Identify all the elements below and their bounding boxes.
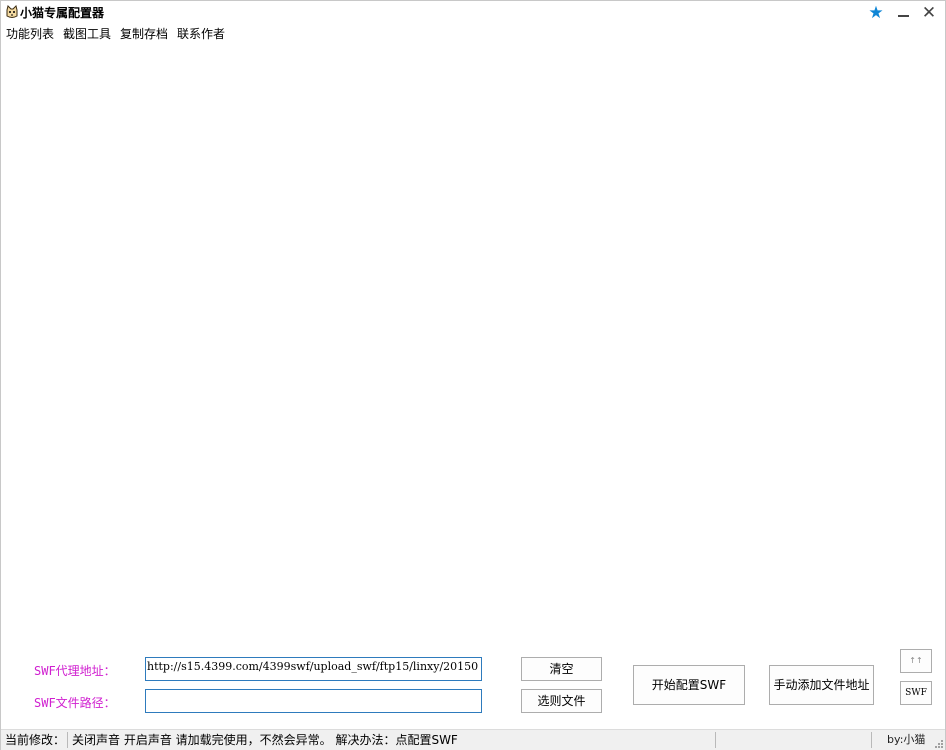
menu-item-contact-author[interactable]: 联系作者: [172, 25, 229, 43]
close-icon[interactable]: ✕: [919, 3, 939, 23]
small-top-button-label: ↑↑: [909, 656, 923, 665]
window-title: 小猫专属配置器: [20, 6, 105, 20]
content-area: [1, 43, 945, 643]
status-right: by:小猫: [887, 733, 926, 746]
manual-add-button-label: 手动添加文件地址: [773, 678, 870, 692]
file-path-label: SWF文件路径：: [34, 696, 116, 710]
proxy-url-label: SWF代理地址：: [34, 664, 116, 678]
title-bar: 小猫专属配置器 ★ ✕: [1, 1, 945, 25]
clear-button[interactable]: 清空: [521, 657, 602, 681]
start-config-button[interactable]: 开始配置SWF: [633, 665, 745, 705]
status-bar: 当前修改： 关闭声音 开启声音 请加载完使用，不然会异常。 解决办法：点配置SW…: [1, 729, 945, 750]
choose-file-button[interactable]: 选则文件: [521, 689, 602, 713]
choose-file-button-label: 选则文件: [537, 694, 586, 708]
status-separator: [715, 732, 716, 748]
swf-button[interactable]: SWF: [900, 681, 932, 705]
file-path-input[interactable]: [145, 689, 482, 713]
app-window: 小猫专属配置器 ★ ✕ 功能列表 截图工具 复制存档 联系作者 SWF代理地址：…: [0, 0, 946, 750]
resize-grip-icon[interactable]: [933, 738, 943, 748]
status-separator: [871, 732, 872, 748]
menu-item-copy-save[interactable]: 复制存档: [115, 25, 172, 43]
minimize-icon[interactable]: [894, 3, 914, 23]
star-icon[interactable]: ★: [866, 3, 886, 23]
start-config-button-label: 开始配置SWF: [651, 678, 727, 692]
menu-item-screenshot-tool[interactable]: 截图工具: [58, 25, 115, 43]
status-message: 关闭声音 开启声音 请加载完使用，不然会异常。 解决办法：点配置SWF: [72, 733, 458, 747]
menu-bar: 功能列表 截图工具 复制存档 联系作者: [1, 25, 229, 43]
status-separator: [67, 732, 68, 748]
status-label: 当前修改：: [5, 733, 66, 747]
proxy-url-input[interactable]: http://s15.4399.com/4399swf/upload_swf/f…: [145, 657, 482, 681]
menu-item-feature-list[interactable]: 功能列表: [1, 25, 58, 43]
clear-button-label: 清空: [549, 662, 574, 676]
manual-add-button[interactable]: 手动添加文件地址: [769, 665, 874, 705]
swf-button-label: SWF: [905, 688, 927, 698]
small-top-button[interactable]: ↑↑: [900, 649, 932, 673]
app-cat-icon: [6, 5, 18, 18]
